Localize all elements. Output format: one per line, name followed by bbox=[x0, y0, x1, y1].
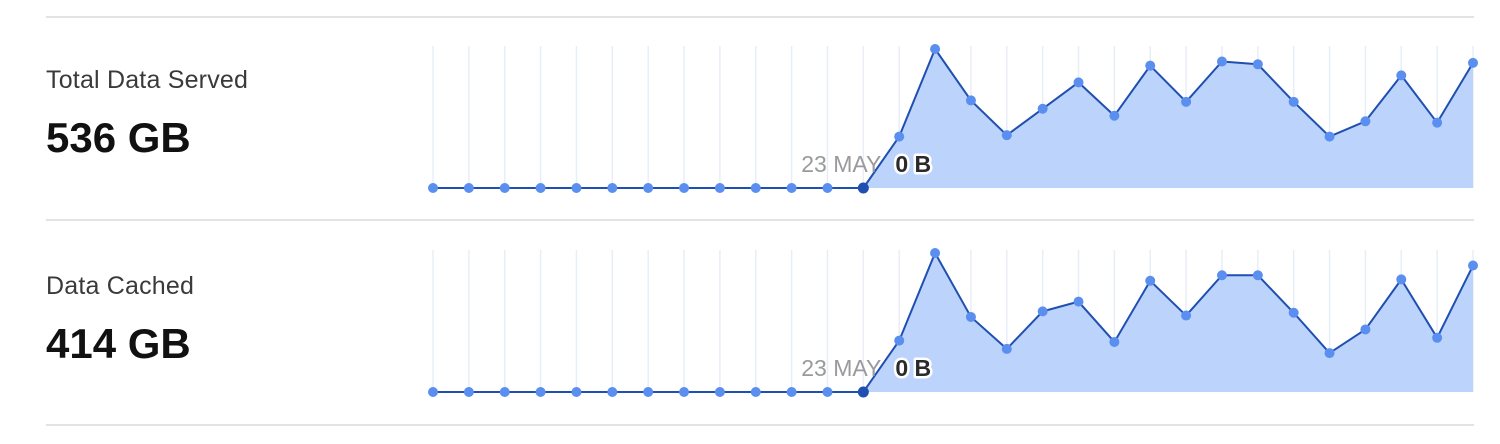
metric-row-total-served: Total Data Served 536 GB 23 MAY 0 B bbox=[0, 18, 1500, 222]
data-point bbox=[1360, 116, 1371, 127]
data-point bbox=[1181, 96, 1192, 107]
data-point bbox=[535, 387, 546, 397]
selected-date-label: 23 MAY bbox=[801, 151, 881, 177]
data-point bbox=[571, 387, 582, 397]
data-point bbox=[643, 387, 654, 397]
data-point bbox=[1288, 96, 1299, 107]
metric-row-data-cached: Data Cached 414 GB 23 MAY 0 B bbox=[0, 222, 1500, 426]
data-point bbox=[1109, 110, 1120, 121]
data-point bbox=[1145, 275, 1156, 286]
data-point bbox=[428, 183, 438, 193]
data-point bbox=[894, 335, 905, 346]
selected-value-label: 0 B bbox=[895, 355, 931, 381]
total-served-chart[interactable]: 23 MAY 0 B bbox=[0, 18, 1500, 218]
data-point bbox=[1073, 77, 1084, 88]
data-point bbox=[1324, 348, 1335, 359]
area-fill bbox=[863, 253, 1473, 392]
data-point bbox=[822, 183, 833, 193]
data-point bbox=[750, 183, 761, 193]
data-point bbox=[894, 131, 905, 142]
data-point bbox=[1181, 310, 1192, 321]
data-point bbox=[965, 311, 976, 322]
data-point bbox=[643, 183, 654, 193]
data-point bbox=[428, 387, 438, 397]
selected-date-label: 23 MAY bbox=[801, 355, 881, 381]
data-point bbox=[679, 387, 690, 397]
data-point bbox=[1432, 332, 1443, 343]
data-point bbox=[1360, 324, 1371, 335]
data-point bbox=[463, 387, 474, 397]
data-point bbox=[1001, 343, 1012, 354]
data-point bbox=[750, 387, 761, 397]
data-point bbox=[463, 183, 474, 193]
data-point bbox=[1396, 274, 1407, 285]
data-point bbox=[535, 183, 546, 193]
data-point bbox=[1252, 59, 1263, 70]
data-point bbox=[1216, 270, 1227, 281]
divider-middle bbox=[46, 219, 1474, 221]
data-point bbox=[822, 387, 833, 397]
data-point bbox=[1432, 117, 1443, 128]
data-point bbox=[786, 387, 797, 397]
data-point bbox=[1145, 60, 1156, 71]
data-point bbox=[1109, 336, 1120, 347]
data-point bbox=[1396, 70, 1407, 81]
selected-value-label: 0 B bbox=[895, 151, 931, 177]
data-point bbox=[607, 387, 618, 397]
data-point bbox=[499, 183, 510, 193]
data-point bbox=[1037, 306, 1048, 317]
data-point bbox=[499, 387, 510, 397]
data-point bbox=[965, 95, 976, 106]
data-point bbox=[1324, 131, 1335, 142]
data-point bbox=[714, 183, 725, 193]
data-point bbox=[1288, 307, 1299, 318]
area-fill bbox=[863, 49, 1473, 188]
data-point bbox=[679, 183, 690, 193]
data-point bbox=[1037, 103, 1048, 114]
data-point bbox=[1073, 296, 1084, 307]
data-point bbox=[786, 183, 797, 193]
selected-data-point bbox=[857, 386, 869, 398]
data-point bbox=[930, 248, 941, 258]
data-point bbox=[1216, 56, 1227, 67]
data-point bbox=[930, 44, 941, 54]
data-point bbox=[1001, 130, 1012, 141]
data-point bbox=[1252, 270, 1263, 281]
selected-data-point bbox=[857, 182, 869, 194]
data-point bbox=[1468, 260, 1478, 271]
data-point bbox=[714, 387, 725, 397]
divider-bottom bbox=[46, 424, 1474, 426]
data-point bbox=[1468, 57, 1478, 68]
data-cached-chart[interactable]: 23 MAY 0 B bbox=[0, 222, 1500, 422]
data-point bbox=[571, 183, 582, 193]
data-point bbox=[607, 183, 618, 193]
